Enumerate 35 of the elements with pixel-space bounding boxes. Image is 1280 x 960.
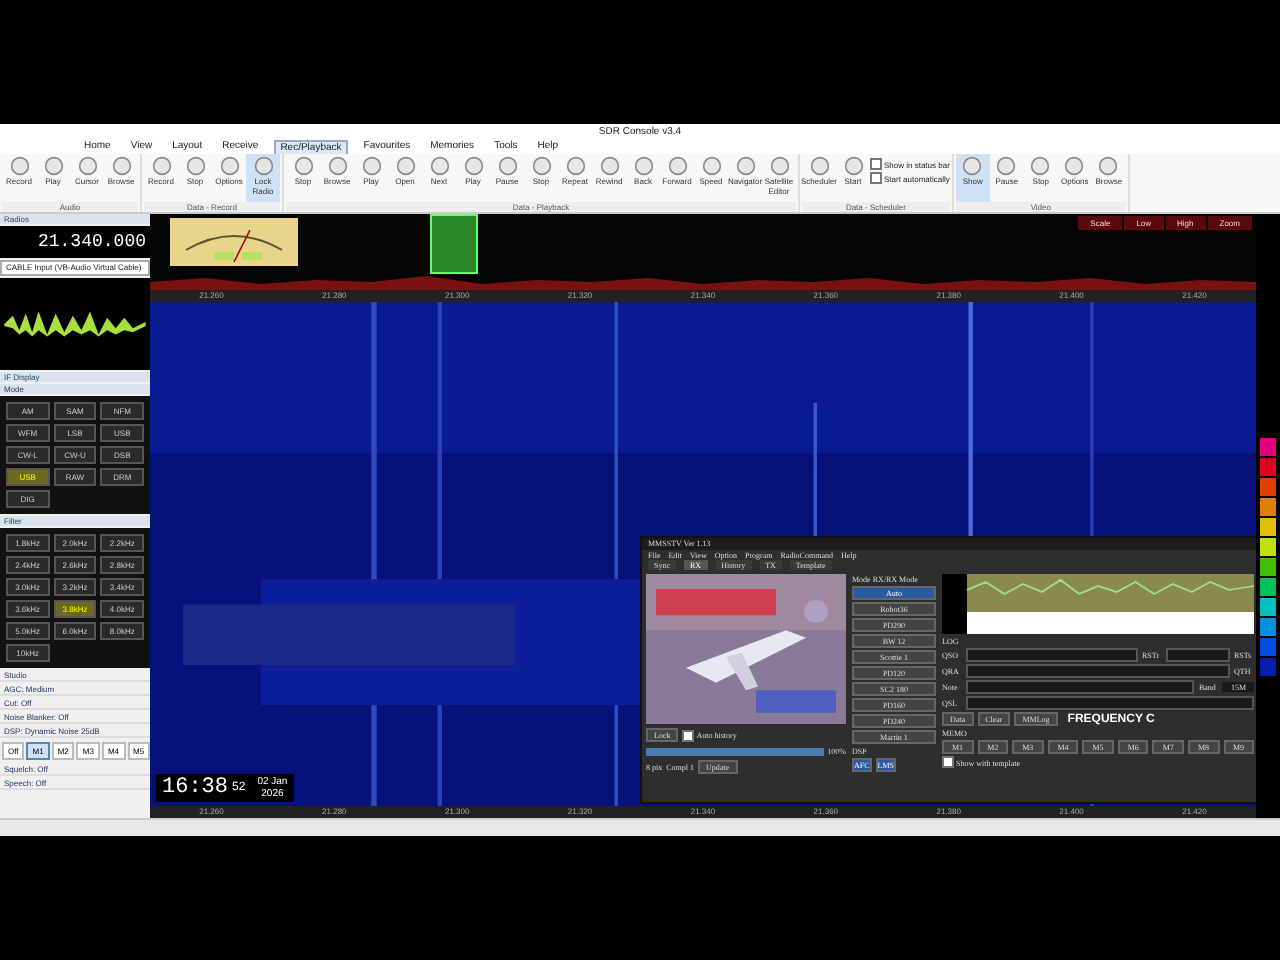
circle-icon [463,156,483,176]
circle-icon [1098,156,1119,176]
circle-icon [843,156,863,176]
checkbox[interactable] [870,172,882,184]
circle-icon [253,156,273,176]
frequency-display: 21.340.000 [0,226,150,258]
signal-meter-drawing [170,218,298,266]
circle-icon [111,156,131,176]
circle-icon [219,156,239,176]
circle-icon [1064,156,1085,176]
circle-icon [701,156,721,176]
checkbox[interactable] [870,158,882,170]
passband-highlight[interactable] [430,214,478,274]
circle-icon [769,156,789,176]
circle-icon [9,156,29,176]
circle-icon [996,156,1017,176]
circle-icon [293,156,313,176]
circle-icon [43,156,63,176]
circle-icon [962,156,983,176]
circle-icon [185,156,205,176]
circle-icon [77,156,97,176]
circle-icon [151,156,171,176]
circle-icon [565,156,585,176]
circle-icon [667,156,687,176]
circle-icon [1030,156,1051,176]
circle-icon [599,156,619,176]
circle-icon [531,156,551,176]
circle-icon [633,156,653,176]
circle-icon [395,156,415,176]
circle-icon [429,156,449,176]
circle-icon [497,156,517,176]
circle-icon [735,156,755,176]
circle-icon [361,156,381,176]
circle-icon [327,156,347,176]
circle-icon [809,156,829,176]
